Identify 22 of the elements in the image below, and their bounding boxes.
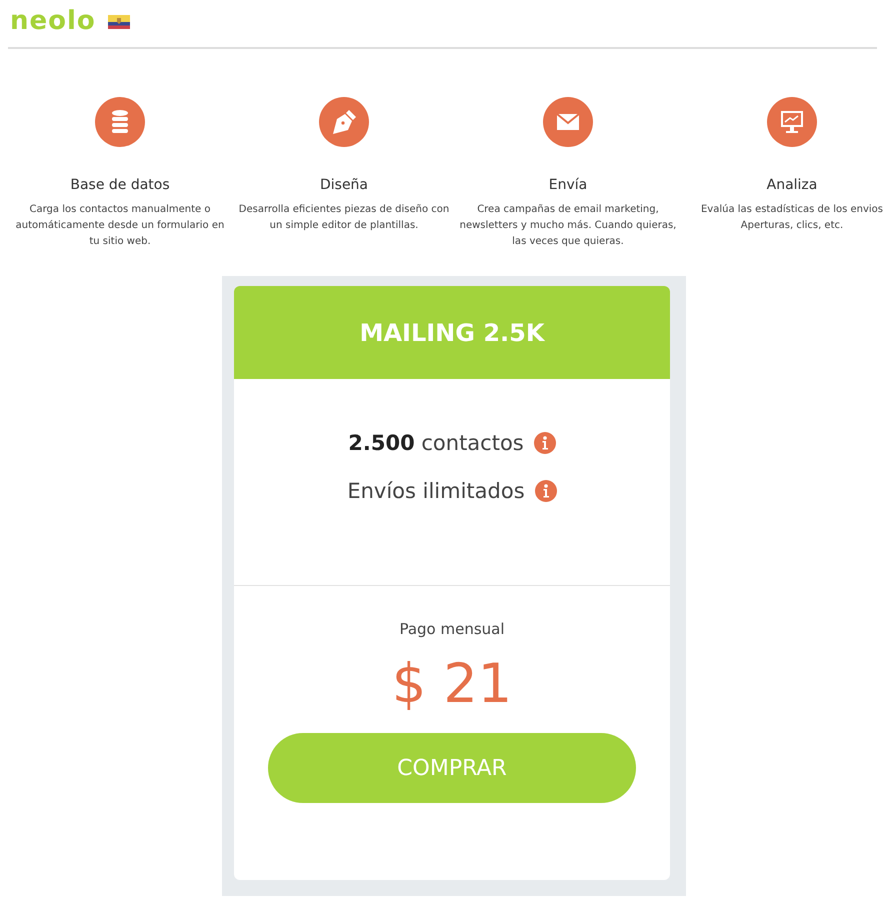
- plan-name: MAILING 2.5K: [360, 318, 544, 346]
- plan-feature: Envíos ilimitados: [347, 479, 525, 503]
- info-icon[interactable]: [534, 432, 556, 454]
- feature-description: Evalúa las estadísticas de los envios Aperturas, clics, etc.: [700, 203, 884, 233]
- feature-description: Carga los contactos manualmente o automáticamente desde un formulario en tu sitio web.: [14, 203, 226, 249]
- logo[interactable]: neolo: [10, 8, 96, 34]
- feature-description: Desarrolla eficientes piezas de diseño con un simple editor de plantillas.: [238, 203, 450, 233]
- monitor-icon: [767, 97, 817, 147]
- pen-icon: [319, 97, 369, 147]
- plan-feature: 2.500 contactos: [348, 431, 524, 455]
- feature-title: Diseña: [320, 177, 368, 193]
- price: $ 21: [392, 652, 512, 715]
- billing-period: Pago mensual: [399, 620, 505, 638]
- feature-title: Base de datos: [70, 177, 170, 193]
- info-icon[interactable]: [534, 480, 557, 502]
- flag-icon: [108, 14, 130, 28]
- buy-button[interactable]: COMPRAR: [268, 733, 636, 803]
- envelope-icon: [543, 97, 593, 147]
- feature-description: Crea campañas de email marketing, newsletters y mucho más. Cuando quieras, las veces que quieras.: [458, 203, 678, 249]
- feature-title: Envía: [548, 177, 588, 193]
- feature-title: Analiza: [766, 177, 818, 193]
- database-icon: [95, 97, 145, 147]
